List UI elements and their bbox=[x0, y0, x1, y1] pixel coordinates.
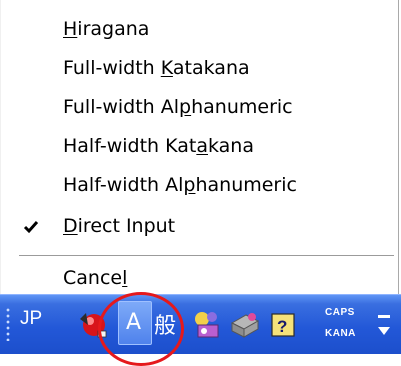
menu-item-hiragana[interactable]: Hiragana bbox=[1, 10, 397, 48]
language-bar: JP A 般 ? CAPS KANA bbox=[0, 294, 401, 354]
ime-mode-menu: Hiragana Full-width Katakana Full-width … bbox=[0, 0, 399, 294]
menu-item-direct-input[interactable]: Direct Input bbox=[1, 207, 397, 245]
language-indicator[interactable]: JP bbox=[20, 308, 42, 330]
access-key: p bbox=[183, 174, 196, 196]
svg-text:般: 般 bbox=[154, 314, 176, 339]
ime-pad-icon[interactable] bbox=[190, 305, 224, 343]
help-icon[interactable]: ? bbox=[266, 305, 300, 343]
menu-item-cancel[interactable]: Cancel bbox=[1, 259, 397, 297]
options-arrow-icon[interactable] bbox=[372, 305, 396, 345]
access-key: a bbox=[196, 135, 208, 157]
caps-indicator: CAPS bbox=[325, 307, 355, 318]
access-key: K bbox=[160, 57, 173, 79]
dictionary-kanji-icon[interactable]: 般 bbox=[152, 305, 186, 343]
drag-grip-handle[interactable] bbox=[6, 307, 10, 341]
menu-item-half-width-katakana[interactable]: Half-width Katakana bbox=[1, 127, 397, 165]
checkmark-icon bbox=[23, 221, 39, 234]
access-key: H bbox=[63, 18, 78, 40]
menu-item-full-width-alphanumeric[interactable]: Full-width Alphanumeric bbox=[1, 88, 397, 126]
ime-red-ball-icon[interactable] bbox=[76, 305, 110, 343]
tools-icon[interactable] bbox=[228, 305, 262, 343]
access-key: p bbox=[179, 96, 192, 118]
access-key: l bbox=[122, 267, 128, 289]
kana-indicator: KANA bbox=[325, 328, 356, 339]
menu-item-full-width-katakana[interactable]: Full-width Katakana bbox=[1, 49, 397, 87]
input-mode-a-icon: A bbox=[126, 310, 142, 335]
input-mode-button[interactable]: A bbox=[118, 301, 152, 345]
svg-text:?: ? bbox=[277, 317, 287, 336]
menu-separator bbox=[19, 255, 394, 257]
access-key: D bbox=[63, 215, 78, 237]
menu-item-half-width-alphanumeric[interactable]: Half-width Alphanumeric bbox=[1, 166, 397, 204]
